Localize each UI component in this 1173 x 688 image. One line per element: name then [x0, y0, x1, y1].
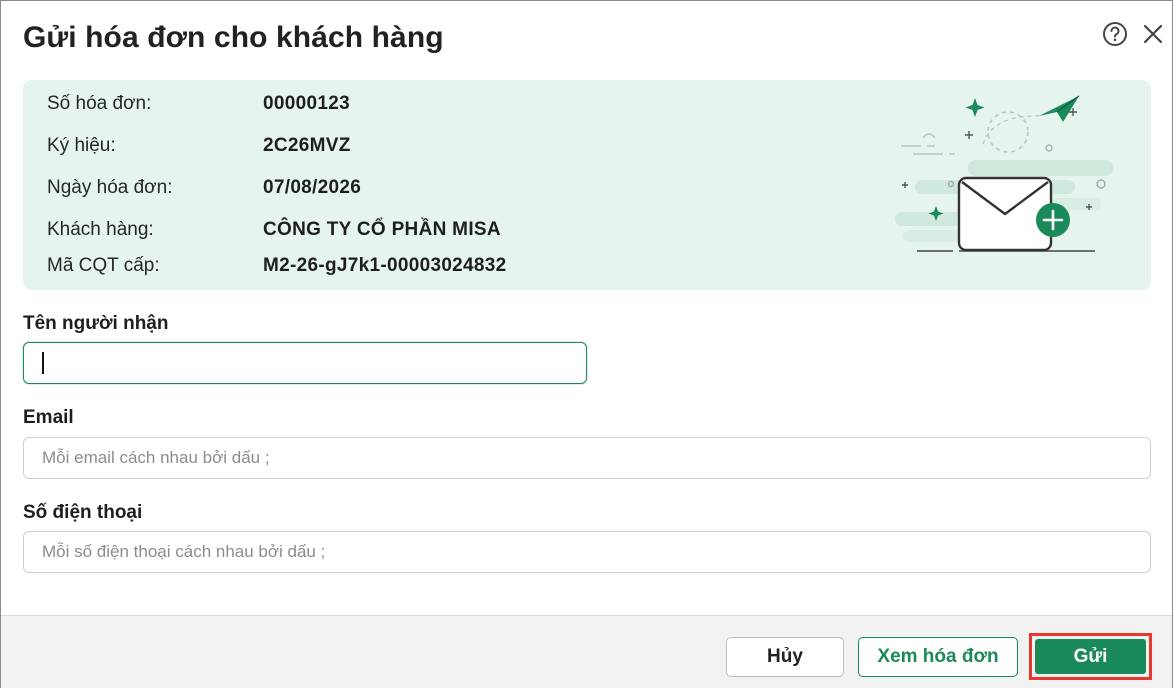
info-label: Mã CQT cấp:: [47, 255, 160, 276]
dialog-title: Gửi hóa đơn cho khách hàng: [23, 21, 444, 54]
send-invoice-dialog: Gửi hóa đơn cho khách hàng Số hóa đơn: 0…: [0, 0, 1173, 688]
info-label: Ngày hóa đơn:: [47, 177, 173, 198]
text-caret: [42, 352, 44, 374]
invoice-info-panel: Số hóa đơn: 00000123 Ký hiệu: 2C26MVZ Ng…: [23, 80, 1151, 290]
help-icon[interactable]: [1102, 21, 1128, 47]
view-invoice-button[interactable]: Xem hóa đơn: [858, 637, 1018, 677]
email-label: Email: [23, 407, 74, 428]
info-row-invoice-number: Số hóa đơn: 00000123: [47, 92, 350, 116]
cancel-button[interactable]: Hủy: [726, 637, 844, 677]
info-value: CÔNG TY CỔ PHẦN MISA: [263, 219, 501, 240]
info-value: 07/08/2026: [263, 177, 362, 198]
info-label: Khách hàng:: [47, 219, 154, 240]
info-row-customer: Khách hàng: CÔNG TY CỔ PHẦN MISA: [47, 218, 501, 242]
info-value: M2-26-gJ7k1-00003024832: [263, 255, 507, 276]
info-label: Số hóa đơn:: [47, 93, 152, 114]
info-value: 2C26MVZ: [263, 135, 351, 156]
phone-label: Số điện thoại: [23, 502, 143, 523]
info-row-symbol: Ký hiệu: 2C26MVZ: [47, 134, 351, 158]
info-row-tax-code: Mã CQT cấp: M2-26-gJ7k1-00003024832: [47, 254, 507, 278]
recipient-label: Tên người nhận: [23, 313, 169, 334]
send-button[interactable]: Gửi: [1035, 639, 1146, 674]
info-row-invoice-date: Ngày hóa đơn: 07/08/2026: [47, 176, 361, 200]
info-label: Ký hiệu:: [47, 135, 116, 156]
recipient-name-input[interactable]: [23, 342, 587, 384]
close-icon[interactable]: [1142, 23, 1164, 45]
info-value: 00000123: [263, 93, 350, 114]
email-input[interactable]: [23, 437, 1151, 479]
phone-input[interactable]: [23, 531, 1151, 573]
envelope-send-illustration-icon: [895, 95, 1113, 252]
